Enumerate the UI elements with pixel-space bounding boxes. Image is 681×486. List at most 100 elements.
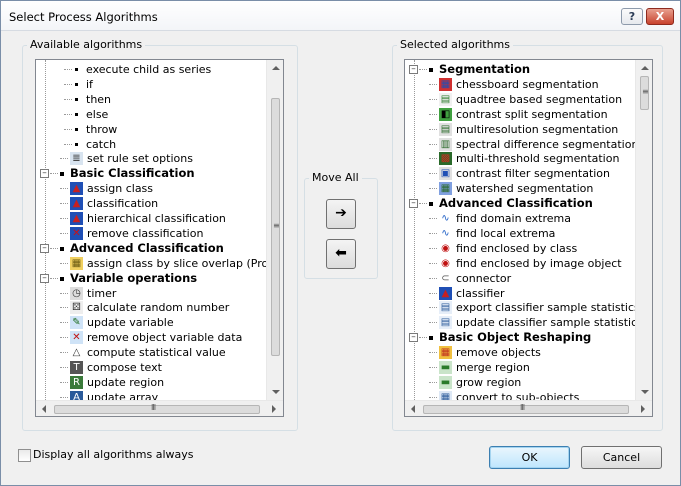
collapse-toggle-icon[interactable]: – [409, 65, 418, 74]
tree-item-row[interactable]: ◉ find enclosed by class [405, 241, 633, 256]
tree-item-row[interactable]: ✕ remove object variable data [36, 330, 264, 345]
tree-item-row[interactable]: ▬ grow region [405, 375, 633, 390]
tree-connector-line [60, 232, 68, 234]
tree-item-row[interactable]: ≣ set rule set options [36, 151, 264, 166]
scroll-left-arrow-icon[interactable] [411, 405, 415, 413]
available-vertical-scroll-thumb[interactable]: ≡ [271, 98, 280, 356]
tree-item-row[interactable]: ▬ merge region [405, 360, 633, 375]
tree-connector-line [429, 83, 437, 85]
tree-item-row[interactable]: ▲ classification [36, 196, 264, 211]
tree-category-row[interactable]: – Basic Object Reshaping [405, 330, 633, 345]
tree-category-row[interactable]: – Advanced Classification [405, 196, 633, 211]
tree-item-row[interactable]: ▦ watershed segmentation [405, 181, 633, 196]
tree-item-row[interactable]: ◷ timer [36, 286, 264, 301]
tree-item-label: catch [86, 137, 117, 151]
selected-vertical-scrollbar[interactable]: ≡ [635, 60, 652, 400]
tree-item-row[interactable]: ▩ multi-threshold segmentation [405, 151, 633, 166]
available-horizontal-scrollbar[interactable]: III [36, 400, 283, 416]
scroll-right-arrow-icon[interactable] [272, 405, 276, 413]
tree-connector-line [429, 367, 437, 368]
tree-connector-line [429, 128, 437, 130]
tree-item-row[interactable]: ▦ chessboard segmentation [405, 77, 633, 92]
tree-connector-line [60, 158, 68, 160]
move-all-right-button[interactable]: ➔ [326, 199, 356, 229]
tree-item-row[interactable]: then [36, 92, 264, 107]
tree-category-row[interactable]: – Variable operations [36, 271, 264, 286]
item-bullet-icon [75, 97, 78, 101]
available-vertical-scrollbar[interactable]: ≡ [266, 60, 283, 400]
category-bullet-icon [60, 276, 64, 281]
tree-item-row[interactable]: else [36, 107, 264, 122]
tree-item-row[interactable]: ∿ find local extrema [405, 226, 633, 241]
tree-item-row[interactable]: ▤ export classifier sample statistics [405, 300, 640, 315]
tree-item-row[interactable]: ▤ update classifier sample statistics [405, 315, 643, 330]
tree-item-row[interactable]: ▲ classifier [405, 286, 633, 301]
tree-item-row[interactable]: ✎ update variable [36, 315, 264, 330]
tree-item-row[interactable]: ▲ assign class [36, 181, 264, 196]
collapse-toggle-icon[interactable]: – [409, 333, 418, 343]
move-all-left-button[interactable]: ⬅ [326, 239, 356, 269]
tree-category-row[interactable]: – Segmentation [405, 62, 633, 77]
tree-item-row[interactable]: ◉ find enclosed by image object [405, 256, 633, 271]
close-button[interactable]: X [646, 8, 674, 25]
tree-connector-line [60, 367, 68, 368]
tree-connector-line [429, 158, 437, 160]
tree-item-row[interactable]: ◧ contrast split segmentation [405, 107, 633, 122]
ok-button[interactable]: OK [489, 446, 570, 469]
tree-item-row[interactable]: ∿ find domain extrema [405, 211, 633, 226]
display-all-label[interactable]: Display all algorithms always [33, 448, 193, 461]
tree-item-row[interactable]: if [36, 77, 264, 92]
tree-item-label: else [86, 107, 109, 121]
available-horizontal-scroll-thumb[interactable]: III [54, 403, 260, 414]
help-button[interactable]: ? [621, 8, 643, 25]
title-bar[interactable]: Select Process Algorithms ? X [1, 1, 680, 31]
tree-connector-line [60, 203, 68, 205]
collapse-toggle-icon[interactable]: – [409, 199, 418, 209]
display-all-checkbox[interactable] [18, 449, 31, 462]
item-bullet-icon [75, 127, 78, 131]
tree-item-row[interactable]: ▥ spectral difference segmentation [405, 137, 638, 152]
tree-item-row[interactable]: △ compute statistical value [36, 345, 264, 360]
tree-item-row[interactable]: execute child as series [36, 62, 264, 77]
tree-connector-line [429, 292, 437, 294]
enclosed-object-icon: ◉ [439, 256, 452, 270]
selected-horizontal-scroll-thumb[interactable]: III [423, 403, 629, 414]
tree-item-row[interactable]: Rupdate region [36, 375, 264, 390]
available-algorithms-tree[interactable]: execute child as series if then else throw ca… [35, 59, 284, 417]
merge-region-icon: ▬ [439, 361, 452, 374]
tree-item-row[interactable]: ✕ remove classification [36, 226, 264, 241]
tree-category-row[interactable]: – Advanced Classification [36, 241, 264, 256]
tree-item-row[interactable]: ▤ multiresolution segmentation [405, 122, 633, 137]
scroll-up-arrow-icon[interactable] [641, 66, 649, 70]
classifier-icon: ▲ [439, 286, 452, 300]
collapse-toggle-icon[interactable]: – [40, 243, 49, 253]
tree-item-row[interactable]: ▦ assign class by slice overlap (Prototy [36, 256, 283, 271]
selected-vertical-scroll-thumb[interactable]: ≡ [640, 76, 649, 110]
move-all-label: Move All [309, 171, 362, 184]
tree-item-row[interactable]: catch [36, 137, 264, 152]
tree-connector-line [429, 352, 437, 354]
collapse-toggle-icon[interactable]: – [40, 273, 49, 283]
scroll-down-arrow-icon[interactable] [272, 390, 280, 394]
scroll-up-arrow-icon[interactable] [272, 66, 280, 70]
selected-horizontal-scrollbar[interactable]: III [405, 400, 652, 416]
selected-algorithms-tree[interactable]: – Segmentation ▦ chessboard segmentation ▤ qu… [404, 59, 653, 417]
tree-connector-line [429, 322, 437, 324]
cancel-button[interactable]: Cancel [581, 446, 662, 469]
tree-item-row[interactable]: ▣ contrast filter segmentation [405, 166, 633, 181]
scroll-down-arrow-icon[interactable] [641, 390, 649, 394]
tree-item-row[interactable]: Tcompose text [36, 360, 264, 375]
tree-item-row[interactable]: ▲ hierarchical classification [36, 211, 264, 226]
tree-item-row[interactable]: ▦ remove objects [405, 345, 633, 360]
tree-item-label: find local extrema [456, 226, 556, 240]
tree-category-row[interactable]: – Basic Classification [36, 166, 264, 181]
tree-item-row[interactable]: throw [36, 122, 264, 137]
scroll-left-arrow-icon[interactable] [42, 405, 46, 413]
tree-item-row[interactable]: ▤ quadtree based segmentation [405, 92, 633, 107]
scroll-right-arrow-icon[interactable] [641, 405, 645, 413]
collapse-toggle-icon[interactable]: – [40, 169, 49, 179]
tree-item-row[interactable]: ⚄ calculate random number [36, 300, 264, 315]
tree-item-label: update classifier sample statistics [456, 316, 643, 330]
spectral-difference-icon: ▥ [439, 137, 452, 151]
tree-item-row[interactable]: ⊂ connector [405, 271, 633, 286]
